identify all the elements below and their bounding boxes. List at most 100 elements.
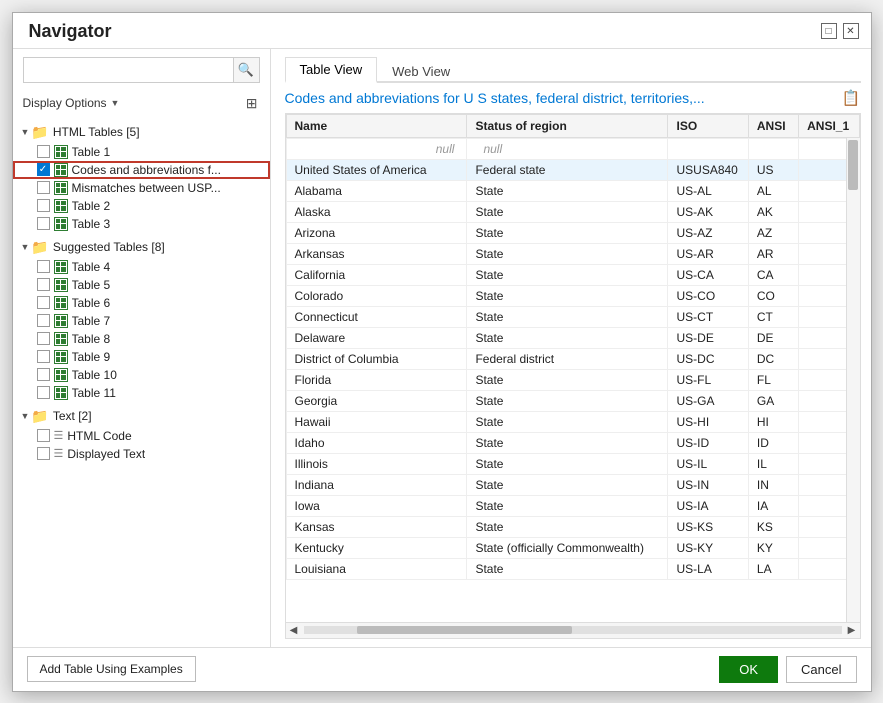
dialog-title: Navigator — [29, 21, 112, 42]
tree-item-displayedtext[interactable]: ☰ Displayed Text — [13, 445, 270, 463]
tab-web-view-label: Web View — [392, 64, 450, 79]
tree-item-table1[interactable]: Table 1 — [13, 143, 270, 161]
checkbox-mismatches[interactable] — [37, 181, 50, 194]
table-icon-8 — [54, 332, 68, 346]
display-options-arrow: ▼ — [111, 98, 120, 108]
table-row: United States of AmericaFederal stateUSU… — [286, 159, 859, 180]
scroll-track[interactable] — [304, 626, 842, 634]
scroll-right-button[interactable]: ▶ — [844, 622, 860, 638]
group-html-tables[interactable]: ▼ 📁 HTML Tables [5] — [13, 122, 270, 143]
nav-action-button[interactable]: ⊞ — [244, 93, 260, 114]
table-icon-mismatches — [54, 181, 68, 195]
tab-table-view-label: Table View — [300, 62, 363, 77]
checkbox-table3[interactable] — [37, 217, 50, 230]
item-label-table11: Table 11 — [72, 386, 116, 400]
horizontal-scrollbar[interactable]: ◀ ▶ — [286, 622, 860, 638]
item-label-table9: Table 9 — [72, 350, 111, 364]
tabs-row: Table View Web View — [285, 57, 861, 83]
checkbox-table9[interactable] — [37, 350, 50, 363]
footer-right: OK Cancel — [719, 656, 856, 683]
item-label-table4: Table 4 — [72, 260, 111, 274]
expand-icon-3: ▼ — [21, 411, 30, 421]
group-label: HTML Tables [5] — [53, 125, 140, 139]
tree-item-table9[interactable]: Table 9 — [13, 348, 270, 366]
checkbox-table8[interactable] — [37, 332, 50, 345]
data-table-container: Name Status of region ISO ANSI ANSI_1 — [285, 113, 861, 639]
checkbox-table10[interactable] — [37, 368, 50, 381]
title-bar: Navigator □ ✕ — [13, 13, 871, 48]
navigator-dialog: Navigator □ ✕ 🔍 Display Options ▼ — [12, 12, 872, 692]
table-icon-11 — [54, 386, 68, 400]
search-bar: 🔍 — [13, 49, 270, 91]
table-row: ArizonaStateUS-AZAZ — [286, 222, 859, 243]
tree-item-table2[interactable]: Table 2 — [13, 197, 270, 215]
data-table: Name Status of region ISO ANSI ANSI_1 — [286, 114, 860, 138]
checkbox-htmlcode[interactable] — [37, 429, 50, 442]
item-label-displayedtext: Displayed Text — [67, 447, 145, 461]
display-options-row: Display Options ▼ ⊞ — [13, 91, 270, 120]
table-icon-3 — [54, 217, 68, 231]
table-row: KansasStateUS-KSKS — [286, 516, 859, 537]
checkbox-table2[interactable] — [37, 199, 50, 212]
tree-item-table10[interactable]: Table 10 — [13, 366, 270, 384]
close-button[interactable]: ✕ — [843, 23, 859, 39]
checkbox-table11[interactable] — [37, 386, 50, 399]
folder-icon: 📁 — [31, 124, 48, 141]
table-icon-9 — [54, 350, 68, 364]
tree-item-table8[interactable]: Table 8 — [13, 330, 270, 348]
scroll-left-button[interactable]: ◀ — [286, 622, 302, 638]
ok-button[interactable]: OK — [719, 656, 778, 683]
restore-button[interactable]: □ — [821, 23, 837, 39]
group-suggested-tables[interactable]: ▼ 📁 Suggested Tables [8] — [13, 237, 270, 258]
table-row: ConnecticutStateUS-CTCT — [286, 306, 859, 327]
preview-title: Codes and abbreviations for U S states, … — [285, 90, 705, 106]
checkbox-table5[interactable] — [37, 278, 50, 291]
item-label-table6: Table 6 — [72, 296, 111, 310]
window-controls: □ ✕ — [821, 23, 859, 39]
tree-item-table6[interactable]: Table 6 — [13, 294, 270, 312]
table-row: IdahoStateUS-IDID — [286, 432, 859, 453]
item-label-mismatches: Mismatches between USP... — [72, 181, 221, 195]
null-row: null null — [286, 138, 859, 159]
tree-item-table7[interactable]: Table 7 — [13, 312, 270, 330]
checkbox-table4[interactable] — [37, 260, 50, 273]
table-row: IllinoisStateUS-ILIL — [286, 453, 859, 474]
tree-item-htmlcode[interactable]: ☰ HTML Code — [13, 427, 270, 445]
search-icon: 🔍 — [238, 62, 254, 78]
tree-item-table11[interactable]: Table 11 — [13, 384, 270, 402]
tree-item-table5[interactable]: Table 5 — [13, 276, 270, 294]
tab-table-view[interactable]: Table View — [285, 57, 378, 83]
preview-action-button[interactable]: 📋 — [842, 89, 861, 107]
tab-web-view[interactable]: Web View — [377, 59, 465, 83]
checkbox-table6[interactable] — [37, 296, 50, 309]
null-label-2: null — [483, 142, 502, 156]
tree-item-codes[interactable]: ✓ Codes and abbreviations f... — [13, 161, 270, 179]
item-label-table3: Table 3 — [72, 217, 111, 231]
preview-action-icon: 📋 — [842, 90, 861, 107]
data-table-body: null null United States of AmericaFedera… — [286, 138, 860, 580]
nav-action-icon: ⊞ — [246, 95, 258, 111]
tree-item-mismatches[interactable]: Mismatches between USP... — [13, 179, 270, 197]
checkbox-table7[interactable] — [37, 314, 50, 327]
tree-item-table3[interactable]: Table 3 — [13, 215, 270, 233]
table-icon-2 — [54, 199, 68, 213]
checkbox-displayedtext[interactable] — [37, 447, 50, 460]
group-text[interactable]: ▼ 📁 Text [2] — [13, 406, 270, 427]
cancel-button[interactable]: Cancel — [786, 656, 856, 683]
search-button[interactable]: 🔍 — [234, 57, 260, 83]
table-row: DelawareStateUS-DEDE — [286, 327, 859, 348]
suggested-group-label: Suggested Tables [8] — [53, 240, 165, 254]
col-header-ansi1: ANSI_1 — [799, 114, 859, 137]
checkbox-table1[interactable] — [37, 145, 50, 158]
table-row: KentuckyState (officially Commonwealth)U… — [286, 537, 859, 558]
item-label-table7: Table 7 — [72, 314, 111, 328]
table-row: GeorgiaStateUS-GAGA — [286, 390, 859, 411]
tree-item-table4[interactable]: Table 4 — [13, 258, 270, 276]
preview-header: Codes and abbreviations for U S states, … — [285, 89, 861, 107]
table-row: IndianaStateUS-ININ — [286, 474, 859, 495]
search-input[interactable] — [23, 57, 234, 83]
checkbox-codes[interactable]: ✓ — [37, 163, 50, 176]
add-examples-button[interactable]: Add Table Using Examples — [27, 656, 196, 682]
table-row: District of ColumbiaFederal districtUS-D… — [286, 348, 859, 369]
display-options-button[interactable]: Display Options ▼ — [23, 96, 120, 110]
